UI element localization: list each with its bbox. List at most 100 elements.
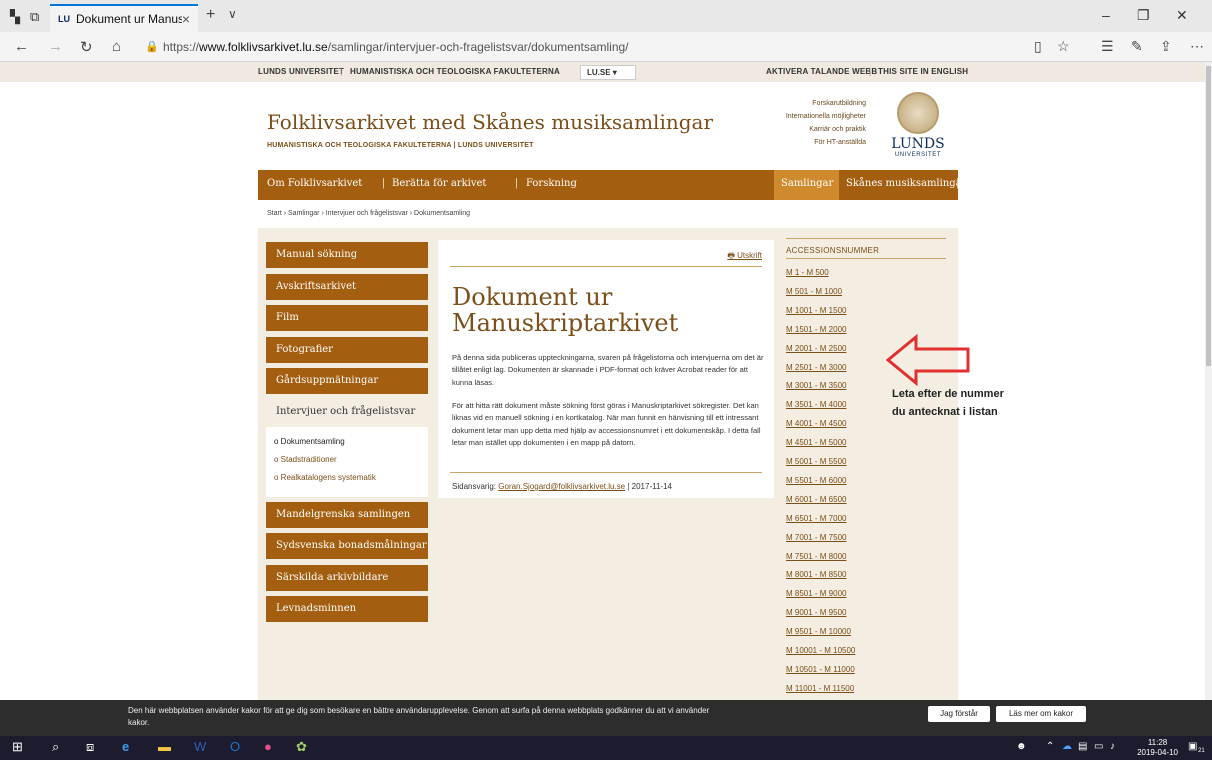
accession-link[interactable]: M 2501 - M 3000: [786, 363, 846, 372]
faculties-link[interactable]: HUMANISTISKA OCH TEOLOGISKA FAKULTETERNA: [350, 67, 560, 76]
clock-time: 11:28: [1147, 738, 1168, 747]
menu-intervjuer[interactable]: Intervjuer och frågelistsvar: [266, 399, 428, 425]
lunds-universitet-link[interactable]: LUNDS UNIVERSITET: [258, 67, 344, 76]
nav-beratta[interactable]: Berätta för arkivet: [392, 178, 486, 189]
favorites-hub-icon[interactable]: ☰: [1101, 38, 1114, 55]
submenu-realkatalogens[interactable]: o Realkatalogens systematik: [274, 473, 376, 482]
menu-sarskilda[interactable]: Särskilda arkivbildare: [266, 565, 428, 591]
accession-link[interactable]: M 8001 - M 8500: [786, 570, 846, 579]
quick-link-karriar[interactable]: Karriär och praktik: [809, 126, 866, 133]
accession-link[interactable]: M 10001 - M 10500: [786, 646, 855, 655]
accession-link[interactable]: M 8501 - M 9000: [786, 589, 846, 598]
accession-link[interactable]: M 7501 - M 8000: [786, 552, 846, 561]
breadcrumb[interactable]: Start › Samlingar › Intervjuer och fråge…: [267, 210, 470, 217]
accession-link[interactable]: M 6001 - M 6500: [786, 495, 846, 504]
accession-link[interactable]: M 9501 - M 10000: [786, 627, 851, 636]
nav-skanes-musiksamlingar[interactable]: Skånes musiksamlingar: [846, 178, 966, 189]
accession-link[interactable]: M 1 - M 500: [786, 268, 829, 277]
nav-forskning[interactable]: Forskning: [526, 178, 577, 189]
menu-manual-sokning[interactable]: Manual sökning: [266, 242, 428, 268]
menu-levnadsminnen[interactable]: Levnadsminnen: [266, 596, 428, 622]
home-icon[interactable]: ⌂: [112, 38, 121, 55]
menu-avskriftsarkivet[interactable]: Avskriftsarkivet: [266, 274, 428, 300]
favorite-star-icon[interactable]: ☆: [1057, 38, 1070, 55]
outlook-icon[interactable]: O: [230, 739, 240, 754]
browser-tab[interactable]: LU Dokument ur Manuskrip ×: [50, 4, 198, 32]
menu-fotografier[interactable]: Fotografier: [266, 337, 428, 363]
page-scrollbar[interactable]: [1205, 62, 1212, 700]
edge-icon[interactable]: e: [122, 739, 129, 754]
network-icon[interactable]: ▤: [1078, 741, 1087, 752]
accession-link[interactable]: M 7001 - M 7500: [786, 533, 846, 542]
accession-link[interactable]: M 3001 - M 3500: [786, 381, 846, 390]
accession-link[interactable]: M 9001 - M 9500: [786, 608, 846, 617]
file-explorer-icon[interactable]: ▬: [158, 739, 171, 754]
menu-gardsuppmatningar[interactable]: Gårdsuppmätningar: [266, 368, 428, 394]
volume-icon[interactable]: ♪: [1110, 741, 1115, 752]
menu-film[interactable]: Film: [266, 305, 428, 331]
reading-view-icon[interactable]: ▯: [1034, 38, 1042, 55]
onedrive-icon[interactable]: ☁: [1062, 741, 1072, 752]
nav-kontakt[interactable]: Kontakt: [966, 178, 1006, 189]
accession-link[interactable]: M 5501 - M 6000: [786, 476, 846, 485]
responsible-email-link[interactable]: Goran.Sjogard@folklivsarkivet.lu.se: [498, 482, 625, 491]
accession-link[interactable]: M 4001 - M 4500: [786, 419, 846, 428]
site-title[interactable]: Folklivsarkivet med Skånes musiksamlinga…: [267, 110, 713, 134]
annotation-text: Leta efter de nummer du antecknat i list…: [892, 388, 1004, 418]
url-input[interactable]: 🔒 https://www.folklivsarkivet.lu.se/samli…: [145, 37, 1045, 57]
maps-icon[interactable]: ●: [264, 739, 272, 754]
close-tab-icon[interactable]: ×: [182, 11, 190, 27]
pen-notes-icon[interactable]: ✎: [1131, 38, 1143, 55]
forward-icon[interactable]: →: [48, 38, 63, 55]
notification-icon[interactable]: ▣: [1188, 741, 1197, 752]
accession-link[interactable]: M 3501 - M 4000: [786, 400, 846, 409]
accession-link[interactable]: M 4501 - M 5000: [786, 438, 846, 447]
chevron-down-icon[interactable]: ∨: [228, 7, 237, 21]
english-site-link[interactable]: THIS SITE IN ENGLISH: [878, 67, 968, 76]
lunds-universitet-logo[interactable]: LUNDS UNIVERSITET: [888, 92, 948, 170]
nav-samlingar[interactable]: Samlingar: [781, 178, 833, 189]
accession-link[interactable]: M 11001 - M 11500: [786, 684, 854, 693]
refresh-icon[interactable]: ↻: [80, 38, 93, 56]
search-icon[interactable]: ⌕: [52, 739, 59, 755]
menu-mandelgrenska[interactable]: Mandelgrenska samlingen: [266, 502, 428, 528]
taskbar-clock[interactable]: 11:28 2019-04-10: [1137, 738, 1178, 758]
back-icon[interactable]: ←: [14, 38, 29, 55]
display-icon[interactable]: ▭: [1094, 741, 1103, 752]
cookie-read-more-button[interactable]: Läs mer om kakor: [996, 706, 1086, 722]
scrollbar-thumb[interactable]: [1206, 66, 1211, 366]
accession-link[interactable]: M 2001 - M 2500: [786, 344, 846, 353]
accession-link[interactable]: M 5001 - M 5500: [786, 457, 846, 466]
accession-link[interactable]: M 6501 - M 7000: [786, 514, 846, 523]
quick-link-forskarutbildning[interactable]: Forskarutbildning: [812, 100, 866, 107]
new-tab-icon[interactable]: +: [206, 6, 215, 24]
accession-link[interactable]: M 501 - M 1000: [786, 287, 842, 296]
accession-link[interactable]: M 1001 - M 1500: [786, 306, 846, 315]
lu-se-dropdown[interactable]: LU.SE ▾: [580, 65, 636, 80]
accession-link[interactable]: M 1501 - M 2000: [786, 325, 846, 334]
quick-link-internationella[interactable]: Internationella möjligheter: [786, 113, 866, 120]
menu-sydsvenska[interactable]: Sydsvenska bonadsmålningar: [266, 533, 428, 559]
tab-title: Dokument ur Manuskrip: [76, 12, 182, 26]
tab-list-icon[interactable]: ⧉: [30, 9, 39, 25]
minimize-icon[interactable]: –: [1102, 7, 1110, 23]
people-icon[interactable]: ☻: [1016, 741, 1027, 752]
accession-link[interactable]: M 10501 - M 11000: [786, 665, 855, 674]
paint-icon[interactable]: ✿: [296, 739, 307, 755]
restore-icon[interactable]: ❐: [1137, 7, 1150, 24]
word-icon[interactable]: W: [194, 739, 206, 754]
nav-om-folklivsarkivet[interactable]: Om Folklivsarkivet: [267, 178, 362, 189]
tray-chevron-icon[interactable]: ⌃: [1046, 741, 1054, 752]
share-icon[interactable]: ⇪: [1160, 38, 1172, 55]
window-menu-icon[interactable]: ▚: [10, 9, 20, 25]
cookie-accept-button[interactable]: Jag förstår: [928, 706, 990, 722]
task-view-icon[interactable]: ⧈: [86, 739, 94, 755]
submenu-stadstraditioner[interactable]: o Stadstraditioner: [274, 455, 337, 464]
more-options-icon[interactable]: ⋯: [1190, 38, 1204, 55]
quick-link-ht-anstallda[interactable]: För HT-anställda: [814, 139, 866, 146]
speech-web-link[interactable]: AKTIVERA TALANDE WEBB: [766, 67, 877, 76]
start-icon[interactable]: ⊞: [12, 739, 23, 755]
close-window-icon[interactable]: ✕: [1176, 7, 1188, 24]
submenu-dokumentsamling[interactable]: o Dokumentsamling: [274, 437, 345, 446]
print-link[interactable]: 🖶 Utskrift: [727, 250, 762, 264]
